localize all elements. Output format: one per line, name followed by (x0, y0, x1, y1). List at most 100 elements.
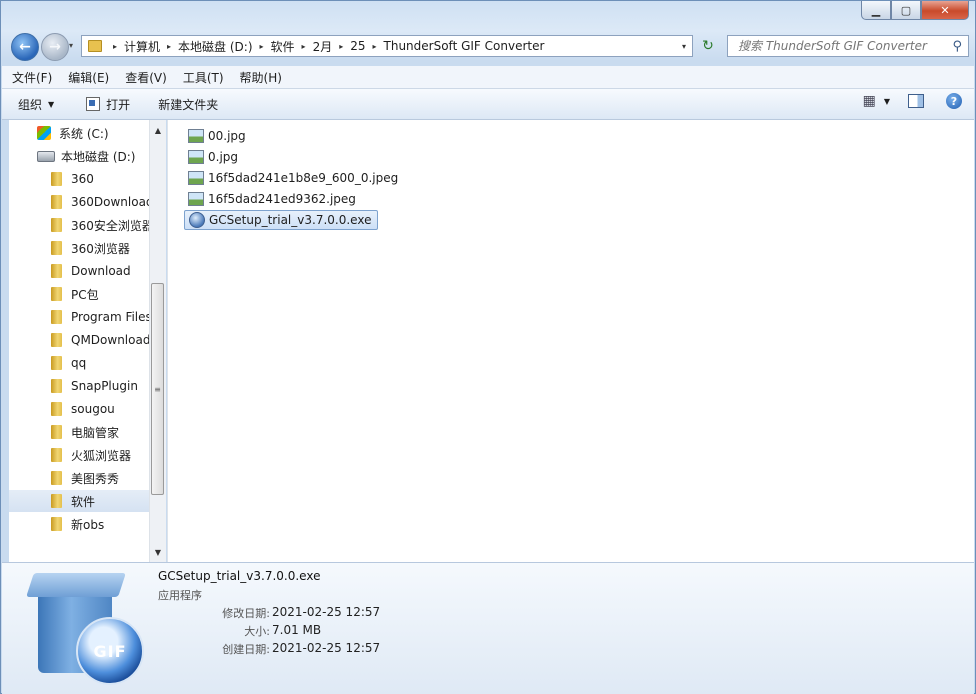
back-button[interactable]: ← (11, 33, 39, 61)
folder-icon (51, 494, 62, 508)
nav-item-folder[interactable]: 新obs (9, 513, 149, 535)
file-item[interactable]: 0.jpg (184, 147, 244, 167)
menu-edit[interactable]: 编辑(E) (68, 69, 109, 86)
scroll-down-icon[interactable]: ▼ (150, 544, 166, 560)
details-modified-value: 2021-02-25 12:57 (272, 605, 381, 619)
folder-icon (51, 310, 62, 324)
chevron-down-icon[interactable]: ▼ (884, 97, 890, 106)
open-icon (86, 97, 101, 111)
nav-item-label: QMDownload (71, 333, 149, 347)
file-item[interactable]: 00.jpg (184, 126, 252, 146)
installer-icon (189, 212, 205, 228)
address-bar[interactable]: ▸ 计算机 ▸ 本地磁盘 (D:) ▸ 软件 ▸ 2月 ▸ 25 ▸ Thund… (81, 35, 693, 57)
nav-item-folder[interactable]: QMDownload (9, 329, 149, 351)
folder-icon (51, 517, 62, 531)
nav-item-folder[interactable]: sougou (9, 398, 149, 420)
menu-help[interactable]: 帮助(H) (240, 69, 282, 86)
folder-icon (51, 287, 62, 301)
installer-large-icon: GIF (24, 569, 144, 687)
search-box[interactable]: ⚲ (727, 35, 969, 57)
nav-item-label: sougou (71, 402, 115, 416)
breadcrumb-item[interactable]: 软件 (271, 38, 295, 55)
breadcrumb-separator[interactable]: ▸ (339, 42, 343, 51)
nav-item-label: 软件 (71, 494, 96, 509)
folder-icon (51, 379, 62, 393)
file-item-selected[interactable]: GCSetup_trial_v3.7.0.0.exe (184, 210, 379, 230)
breadcrumb-separator[interactable]: ▸ (373, 42, 377, 51)
file-item[interactable]: 16f5dad241ed9362.jpeg (184, 189, 362, 209)
nav-item-folder[interactable]: PC包 (9, 283, 149, 305)
nav-item-label: SnapPlugin (71, 379, 138, 393)
breadcrumb-item[interactable]: 计算机 (124, 38, 160, 55)
navigation-pane: 系统 (C:) 本地磁盘 (D:) 360 360Download 360安全浏… (9, 120, 149, 562)
search-icon[interactable]: ⚲ (952, 39, 962, 54)
breadcrumb-item[interactable]: ThunderSoft GIF Converter (384, 39, 545, 53)
menu-file[interactable]: 文件(F) (12, 69, 52, 86)
nav-item-label: 360Download (71, 195, 149, 209)
menu-tools[interactable]: 工具(T) (183, 69, 224, 86)
nav-item-folder[interactable]: 电脑管家 (9, 421, 149, 443)
folder-icon (51, 425, 62, 439)
nav-item-folder-selected[interactable]: 软件 (9, 490, 149, 512)
close-button[interactable]: ✕ (921, 1, 969, 20)
image-file-icon (188, 150, 204, 164)
nav-item-label: 360安全浏览器 (71, 218, 149, 233)
help-icon[interactable]: ? (946, 93, 962, 109)
nav-item-local-disk-d[interactable]: 本地磁盘 (D:) (37, 145, 149, 167)
maximize-button[interactable]: ▢ (891, 1, 921, 20)
nav-item-label: qq (71, 356, 87, 370)
scrollbar-thumb[interactable]: ≡ (151, 283, 164, 495)
nav-item-folder[interactable]: Download (9, 260, 149, 282)
breadcrumb-item[interactable]: 2月 (313, 38, 333, 55)
breadcrumb-item[interactable]: 本地磁盘 (D:) (178, 38, 252, 55)
new-folder-label: 新建文件夹 (158, 97, 219, 112)
menu-bar: 文件(F) 编辑(E) 查看(V) 工具(T) 帮助(H) (2, 66, 974, 89)
details-pane: GIF GCSetup_trial_v3.7.0.0.exe 应用程序 修改日期… (2, 562, 974, 694)
nav-item-folder[interactable]: 360安全浏览器 (9, 214, 149, 236)
file-item[interactable]: 16f5dad241e1b8e9_600_0.jpeg (184, 168, 404, 188)
folder-icon (51, 333, 62, 347)
recent-pages-dropdown[interactable]: ▾ (69, 41, 73, 50)
nav-item-folder[interactable]: 360浏览器 (9, 237, 149, 259)
system-drive-icon (37, 126, 51, 140)
details-title: GCSetup_trial_v3.7.0.0.exe (158, 569, 321, 583)
nav-item-folder[interactable]: qq (9, 352, 149, 374)
nav-item-label: PC包 (71, 287, 99, 302)
navigation-scrollbar[interactable]: ▲ ≡ ▼ (149, 120, 166, 562)
nav-item-label: Download (71, 264, 131, 278)
new-folder-button[interactable]: 新建文件夹 (158, 96, 218, 113)
organize-button[interactable]: 组织 ▼ (18, 96, 54, 113)
file-name: 0.jpg (208, 150, 239, 164)
image-file-icon (188, 192, 204, 206)
caption-buttons: ▁ ▢ ✕ (861, 1, 969, 20)
breadcrumb-separator[interactable]: ▸ (167, 42, 171, 51)
change-view-icon[interactable]: ▦ (863, 93, 876, 109)
folder-icon (88, 40, 102, 52)
preview-pane-icon[interactable] (908, 94, 924, 108)
nav-item-folder[interactable]: 360Download (9, 191, 149, 213)
breadcrumb-separator[interactable]: ▸ (302, 42, 306, 51)
open-button[interactable]: 打开 (86, 96, 130, 113)
file-name: 16f5dad241e1b8e9_600_0.jpeg (208, 171, 399, 185)
breadcrumb-item[interactable]: 25 (350, 39, 365, 53)
nav-item-folder[interactable]: 美图秀秀 (9, 467, 149, 489)
open-label: 打开 (106, 97, 131, 112)
nav-item-folder[interactable]: SnapPlugin (9, 375, 149, 397)
search-input[interactable] (736, 38, 940, 54)
folder-icon (51, 172, 62, 186)
file-name: 00.jpg (208, 129, 246, 143)
address-dropdown-icon[interactable]: ▾ (676, 42, 692, 51)
box-icon-flap (26, 573, 126, 597)
nav-item-folder[interactable]: 360 (9, 168, 149, 190)
nav-item-folder[interactable]: Program Files (9, 306, 149, 328)
forward-button[interactable]: → (41, 33, 69, 61)
scroll-up-icon[interactable]: ▲ (150, 122, 166, 138)
refresh-icon[interactable]: ↻ (697, 35, 719, 57)
breadcrumb-separator[interactable]: ▸ (113, 42, 117, 51)
folder-icon (51, 241, 62, 255)
nav-item-folder[interactable]: 火狐浏览器 (9, 444, 149, 466)
menu-view[interactable]: 查看(V) (125, 69, 167, 86)
breadcrumb-separator[interactable]: ▸ (260, 42, 264, 51)
nav-item-system-drive[interactable]: 系统 (C:) (37, 122, 149, 144)
minimize-button[interactable]: ▁ (861, 1, 891, 20)
